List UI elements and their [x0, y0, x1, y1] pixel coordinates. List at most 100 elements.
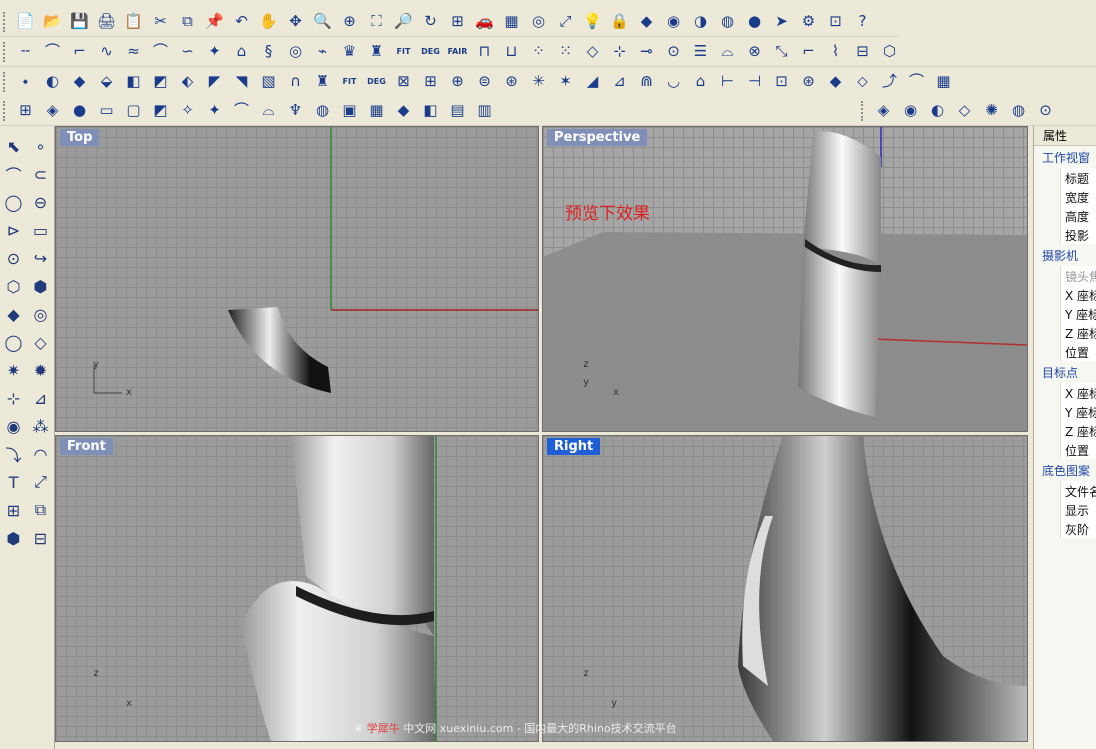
standard-button-26[interactable]: ◍ — [716, 10, 739, 33]
standard-button-22[interactable]: 🔒 — [608, 10, 631, 33]
curve-button-24[interactable]: ⊙ — [662, 40, 685, 63]
standard-button-25[interactable]: ◑ — [689, 10, 712, 33]
curve-button-12[interactable]: ♛ — [338, 40, 361, 63]
render-button-1[interactable]: ◉ — [899, 99, 922, 122]
surface-button-28[interactable]: ⊡ — [770, 70, 793, 93]
left-tool-button-5[interactable]: ⊖ — [27, 188, 54, 216]
surface-button-4[interactable]: ◧ — [122, 70, 145, 93]
standard-button-9[interactable]: ✋ — [257, 10, 280, 33]
surface-button-21[interactable]: ◢ — [581, 70, 604, 93]
standard-button-1[interactable]: 📂 — [41, 10, 64, 33]
solid-button-2[interactable]: ● — [68, 99, 91, 122]
solid-button-12[interactable]: ▣ — [338, 99, 361, 122]
properties-section-title[interactable]: 目标点 — [1034, 361, 1096, 383]
properties-section-title[interactable]: 工作视窗 — [1034, 146, 1096, 168]
curve-button-15[interactable]: DEG — [419, 40, 442, 63]
render-button-3[interactable]: ◇ — [953, 99, 976, 122]
surface-button-29[interactable]: ⊛ — [797, 70, 820, 93]
surface-button-26[interactable]: ⊢ — [716, 70, 739, 93]
left-tool-button-2[interactable]: ⌒ — [0, 160, 27, 188]
viewport-title-perspective[interactable]: Perspective — [547, 129, 648, 146]
curve-button-9[interactable]: § — [257, 40, 280, 63]
toolbar-grip[interactable] — [3, 11, 9, 32]
left-tool-button-29[interactable]: ⊟ — [27, 524, 54, 552]
left-tool-button-6[interactable]: ⊳ — [0, 216, 27, 244]
standard-button-5[interactable]: ✂ — [149, 10, 172, 33]
curve-button-17[interactable]: ⊓ — [473, 40, 496, 63]
curve-button-6[interactable]: ∽ — [176, 40, 199, 63]
render-button-6[interactable]: ⊙ — [1034, 99, 1057, 122]
surface-button-34[interactable]: ▦ — [932, 70, 955, 93]
curve-button-16[interactable]: FAIR — [446, 40, 469, 63]
solid-button-16[interactable]: ▤ — [446, 99, 469, 122]
left-tool-button-25[interactable]: ⤢ — [27, 468, 54, 496]
standard-button-2[interactable]: 💾 — [68, 10, 91, 33]
surface-button-32[interactable]: ⤴ — [878, 70, 901, 93]
surface-button-2[interactable]: ◆ — [68, 70, 91, 93]
surface-button-0[interactable]: ⬩ — [14, 70, 37, 93]
curve-button-32[interactable]: ⬡ — [878, 40, 901, 63]
solid-button-3[interactable]: ▭ — [95, 99, 118, 122]
solid-button-0[interactable]: ⊞ — [14, 99, 37, 122]
curve-button-28[interactable]: ⤡ — [770, 40, 793, 63]
surface-button-11[interactable]: ♜ — [311, 70, 334, 93]
properties-tab[interactable]: 属性 — [1034, 126, 1096, 146]
left-tool-button-4[interactable]: ◯ — [0, 188, 27, 216]
standard-button-14[interactable]: 🔎 — [392, 10, 415, 33]
curve-button-3[interactable]: ∿ — [95, 40, 118, 63]
viewport-top[interactable]: Top y x — [55, 126, 539, 432]
curve-button-2[interactable]: ⌐ — [68, 40, 91, 63]
solid-button-14[interactable]: ◆ — [392, 99, 415, 122]
curve-button-0[interactable]: ╌ — [14, 40, 37, 63]
curve-button-7[interactable]: ✦ — [203, 40, 226, 63]
left-tool-button-23[interactable]: ◠ — [27, 440, 54, 468]
curve-button-5[interactable]: ⌒ — [149, 40, 172, 63]
surface-button-20[interactable]: ✶ — [554, 70, 577, 93]
curve-button-4[interactable]: ≈ — [122, 40, 145, 63]
render-button-2[interactable]: ◐ — [926, 99, 949, 122]
standard-button-27[interactable]: ● — [743, 10, 766, 33]
curve-button-1[interactable]: ⌒ — [41, 40, 64, 63]
standard-button-20[interactable]: ⤢ — [554, 10, 577, 33]
left-tool-button-18[interactable]: ⊹ — [0, 384, 27, 412]
surface-button-1[interactable]: ◐ — [41, 70, 64, 93]
left-tool-button-15[interactable]: ◇ — [27, 328, 54, 356]
standard-button-4[interactable]: 📋 — [122, 10, 145, 33]
surface-button-15[interactable]: ⊞ — [419, 70, 442, 93]
surface-button-18[interactable]: ⊛ — [500, 70, 523, 93]
surface-button-7[interactable]: ◤ — [203, 70, 226, 93]
left-tool-button-26[interactable]: ⊞ — [0, 496, 27, 524]
surface-button-5[interactable]: ◩ — [149, 70, 172, 93]
standard-button-3[interactable]: 🖨 — [95, 10, 118, 33]
surface-button-27[interactable]: ⊣ — [743, 70, 766, 93]
curve-button-14[interactable]: FIT — [392, 40, 415, 63]
solid-button-1[interactable]: ◈ — [41, 99, 64, 122]
standard-button-21[interactable]: 💡 — [581, 10, 604, 33]
toolbar-grip[interactable] — [3, 71, 9, 92]
curve-button-8[interactable]: ⌂ — [230, 40, 253, 63]
left-tool-button-10[interactable]: ⬡ — [0, 272, 27, 300]
left-tool-button-7[interactable]: ▭ — [27, 216, 54, 244]
surface-button-12[interactable]: FIT — [338, 70, 361, 93]
surface-button-33[interactable]: ⌒ — [905, 70, 928, 93]
surface-button-23[interactable]: ⋒ — [635, 70, 658, 93]
standard-button-19[interactable]: ◎ — [527, 10, 550, 33]
viewport-right[interactable]: Right z y — [542, 435, 1028, 742]
left-tool-button-9[interactable]: ↪ — [27, 244, 54, 272]
standard-button-11[interactable]: 🔍 — [311, 10, 334, 33]
render-button-5[interactable]: ◍ — [1007, 99, 1030, 122]
curve-button-22[interactable]: ⊹ — [608, 40, 631, 63]
standard-button-18[interactable]: ▦ — [500, 10, 523, 33]
viewport-title-right[interactable]: Right — [547, 438, 601, 455]
left-tool-button-27[interactable]: ⧉ — [27, 496, 54, 524]
curve-button-27[interactable]: ⊗ — [743, 40, 766, 63]
left-tool-button-13[interactable]: ◎ — [27, 300, 54, 328]
curve-button-13[interactable]: ♜ — [365, 40, 388, 63]
curve-button-19[interactable]: ⁘ — [527, 40, 550, 63]
curve-button-18[interactable]: ⊔ — [500, 40, 523, 63]
solid-button-15[interactable]: ◧ — [419, 99, 442, 122]
curve-button-11[interactable]: ⌁ — [311, 40, 334, 63]
solid-button-4[interactable]: ▢ — [122, 99, 145, 122]
left-tool-button-20[interactable]: ◉ — [0, 412, 27, 440]
solid-button-9[interactable]: ⌓ — [257, 99, 280, 122]
